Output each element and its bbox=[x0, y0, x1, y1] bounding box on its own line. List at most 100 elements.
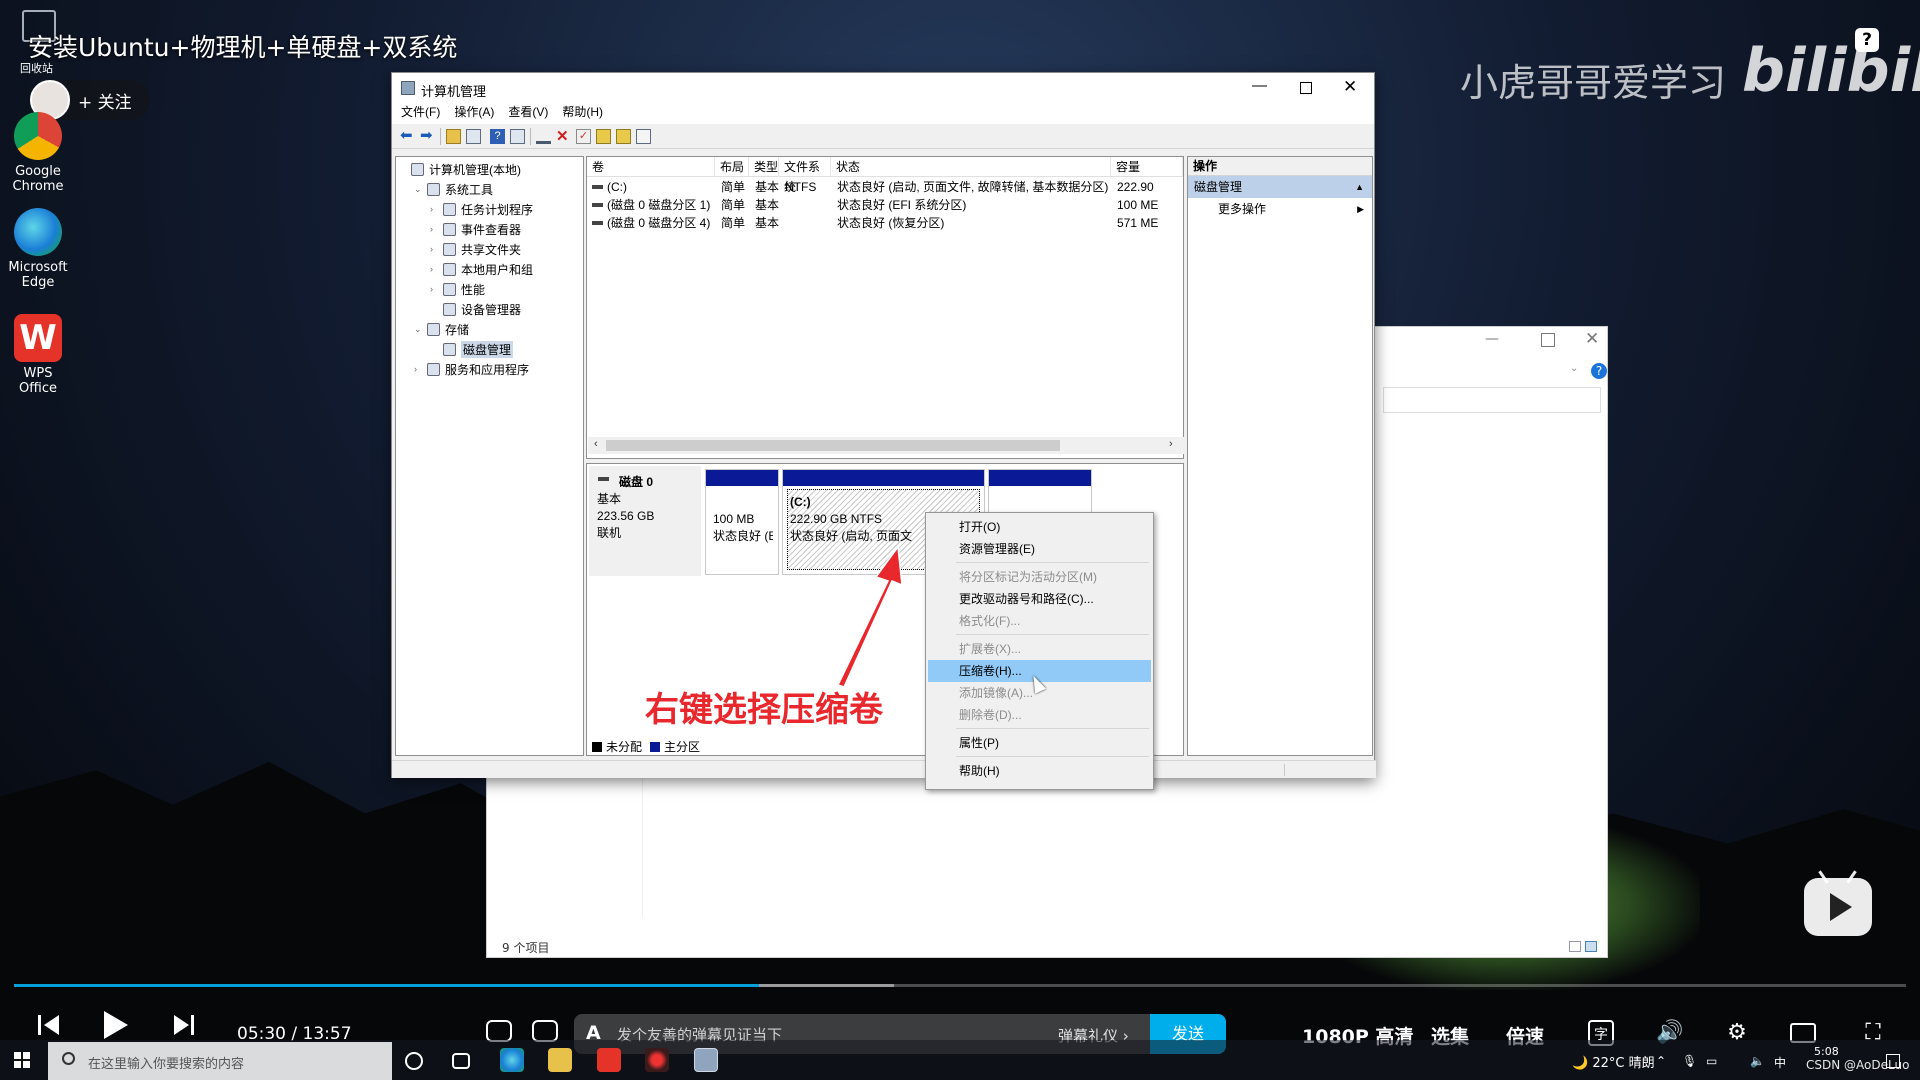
tree-item[interactable]: › 本地用户和组 bbox=[430, 261, 533, 278]
horizontal-scrollbar[interactable]: ‹ › bbox=[588, 437, 1184, 454]
maximize-icon[interactable] bbox=[1300, 82, 1312, 94]
help-icon[interactable]: ? bbox=[490, 129, 505, 144]
expand-icon[interactable]: ⌄ bbox=[414, 321, 424, 338]
tree-item[interactable]: › 共享文件夹 bbox=[430, 241, 521, 258]
volume-row[interactable]: (磁盘 0 磁盘分区 4) 简单 基本 状态良好 (恢复分区) 571 ME bbox=[587, 214, 1183, 232]
collapse-icon[interactable]: ▲ bbox=[1355, 176, 1364, 198]
connect-icon[interactable] bbox=[536, 129, 551, 144]
large-icons-view-icon[interactable] bbox=[1585, 941, 1597, 952]
tree-item[interactable]: 设备管理器 bbox=[430, 301, 521, 318]
tree-item[interactable]: ⌄ 系统工具 bbox=[414, 181, 493, 198]
desktop-icon-edge[interactable]: Microsoft Edge bbox=[4, 208, 72, 290]
desktop-icon-wps[interactable]: W WPS Office bbox=[4, 314, 72, 396]
edge-taskbar-icon[interactable] bbox=[500, 1048, 524, 1072]
weather-widget[interactable]: 🌙 22°C 晴朗 bbox=[1572, 1052, 1655, 1071]
scrollbar-thumb[interactable] bbox=[606, 440, 1060, 451]
forward-arrow-icon[interactable]: ➡ bbox=[420, 128, 435, 144]
task-view-icon[interactable] bbox=[452, 1053, 470, 1069]
tree-item[interactable]: › 性能 bbox=[430, 281, 485, 298]
close-icon[interactable]: ✕ bbox=[1343, 77, 1357, 97]
column-capacity[interactable]: 容量 bbox=[1111, 157, 1183, 177]
context-menu-item[interactable]: 资源管理器(E) bbox=[928, 538, 1151, 560]
tree-item[interactable]: 磁盘管理 bbox=[430, 341, 514, 358]
delete-icon[interactable]: ✕ bbox=[556, 129, 571, 144]
menu-help[interactable]: 帮助(H) bbox=[562, 103, 603, 124]
video-title: 安装Ubuntu+物理机+单硬盘+双系统 bbox=[28, 33, 458, 62]
play-icon[interactable] bbox=[104, 1011, 128, 1039]
previous-icon[interactable] bbox=[38, 1015, 59, 1035]
collapse-icon[interactable]: › bbox=[430, 201, 440, 218]
column-type[interactable]: 类型 bbox=[749, 157, 779, 177]
notification-icon[interactable] bbox=[1886, 1054, 1900, 1068]
disk-0-label[interactable]: 磁盘 0 基本 223.56 GB 联机 bbox=[589, 466, 701, 576]
tray-chevron-icon[interactable]: ⌃ bbox=[1656, 1054, 1666, 1068]
collapse-icon[interactable]: › bbox=[414, 361, 424, 378]
more-actions-item[interactable]: 更多操作 ▶ bbox=[1188, 198, 1372, 220]
menu-file[interactable]: 文件(F) bbox=[401, 103, 440, 124]
export-icon[interactable] bbox=[596, 129, 611, 144]
help-icon[interactable]: ? bbox=[1591, 363, 1607, 379]
progress-bar[interactable] bbox=[14, 984, 1906, 987]
legend-swatch-unallocated bbox=[592, 741, 602, 752]
scroll-left-icon[interactable]: ‹ bbox=[594, 438, 598, 450]
speaker-icon[interactable]: 🔈 bbox=[1750, 1054, 1765, 1068]
collapse-icon[interactable]: › bbox=[430, 281, 440, 298]
column-status[interactable]: 状态 bbox=[831, 157, 1111, 177]
maximize-icon[interactable] bbox=[1541, 333, 1555, 347]
minimize-icon[interactable]: — bbox=[1485, 331, 1499, 349]
context-menu-item[interactable]: 打开(O) bbox=[928, 516, 1151, 538]
volume-row[interactable]: (C:) 简单 基本 NTFS 状态良好 (启动, 页面文件, 故障转储, 基本数据分区… bbox=[587, 178, 1183, 196]
file-explorer-taskbar-icon[interactable] bbox=[548, 1048, 572, 1072]
check-icon[interactable]: ✓ bbox=[576, 129, 591, 144]
windows-start-icon[interactable] bbox=[14, 1052, 30, 1068]
minimize-icon[interactable]: — bbox=[1252, 77, 1267, 94]
collapse-icon[interactable]: › bbox=[430, 241, 440, 258]
danmaku-settings-icon[interactable] bbox=[532, 1020, 558, 1042]
view-icon[interactable] bbox=[636, 129, 651, 144]
partition-efi[interactable]: 100 MB 状态良好 (EFI bbox=[705, 469, 779, 575]
collapse-icon[interactable]: › bbox=[430, 221, 440, 238]
close-icon[interactable]: ✕ bbox=[1585, 329, 1599, 349]
menu-action[interactable]: 操作(A) bbox=[454, 103, 494, 124]
menu-view[interactable]: 查看(V) bbox=[508, 103, 548, 124]
network-icon[interactable]: ▭ bbox=[1706, 1054, 1717, 1068]
tree-item[interactable]: › 任务计划程序 bbox=[430, 201, 533, 218]
show-hide-tree-icon[interactable] bbox=[466, 129, 481, 144]
volume-row[interactable]: (磁盘 0 磁盘分区 1) 简单 基本 状态良好 (EFI 系统分区) 100 ME bbox=[587, 196, 1183, 214]
folder-icon[interactable] bbox=[616, 129, 631, 144]
expand-icon[interactable]: ⌄ bbox=[414, 181, 424, 198]
chevron-down-icon[interactable]: ⌄ bbox=[1570, 363, 1578, 374]
tree-item[interactable]: ⌄ 存储 bbox=[414, 321, 469, 338]
collapse-icon[interactable]: › bbox=[430, 261, 440, 278]
ime-indicator[interactable]: 中 bbox=[1774, 1054, 1786, 1071]
computer-management-taskbar-icon[interactable] bbox=[694, 1048, 718, 1072]
context-menu-item: 删除卷(D)... bbox=[959, 708, 1022, 722]
up-folder-icon[interactable] bbox=[446, 129, 461, 144]
cortana-icon[interactable] bbox=[405, 1052, 423, 1070]
scroll-right-icon[interactable]: › bbox=[1169, 438, 1173, 450]
taskbar-search-box[interactable]: 在这里输入你要搜索的内容 bbox=[48, 1042, 392, 1080]
desktop-icon-chrome[interactable]: Google Chrome bbox=[4, 112, 72, 194]
details-view-icon[interactable] bbox=[1569, 941, 1581, 952]
title-bar[interactable]: 计算机管理 — ✕ bbox=[392, 73, 1374, 103]
microphone-icon[interactable]: 🎙 bbox=[1682, 1054, 1697, 1068]
actions-section-disk-management[interactable]: 磁盘管理 ▲ bbox=[1188, 176, 1372, 198]
column-volume[interactable]: 卷 bbox=[587, 157, 715, 177]
tree-item[interactable]: › 事件查看器 bbox=[430, 221, 521, 238]
context-menu-item[interactable]: 更改驱动器号和路径(C)... bbox=[928, 588, 1151, 610]
wps-taskbar-icon[interactable] bbox=[597, 1048, 621, 1072]
tree-item[interactable]: 计算机管理(本地) bbox=[398, 161, 521, 178]
recorder-taskbar-icon[interactable] bbox=[645, 1048, 669, 1072]
context-menu-item[interactable]: 帮助(H) bbox=[928, 760, 1151, 782]
column-filesystem[interactable]: 文件系统 bbox=[779, 157, 831, 194]
context-menu-item[interactable]: 属性(P) bbox=[928, 732, 1151, 754]
help-icon[interactable]: ? bbox=[1855, 28, 1879, 52]
search-box[interactable] bbox=[1383, 387, 1601, 413]
properties-icon[interactable] bbox=[510, 129, 525, 144]
tree-item[interactable]: › 服务和应用程序 bbox=[414, 361, 529, 378]
danmaku-toggle-icon[interactable] bbox=[486, 1020, 512, 1042]
column-layout[interactable]: 布局 bbox=[715, 157, 749, 177]
taskbar-clock[interactable]: 5:08 bbox=[1814, 1045, 1839, 1059]
back-arrow-icon[interactable]: ⬅ bbox=[400, 128, 415, 144]
next-icon[interactable] bbox=[174, 1015, 194, 1035]
